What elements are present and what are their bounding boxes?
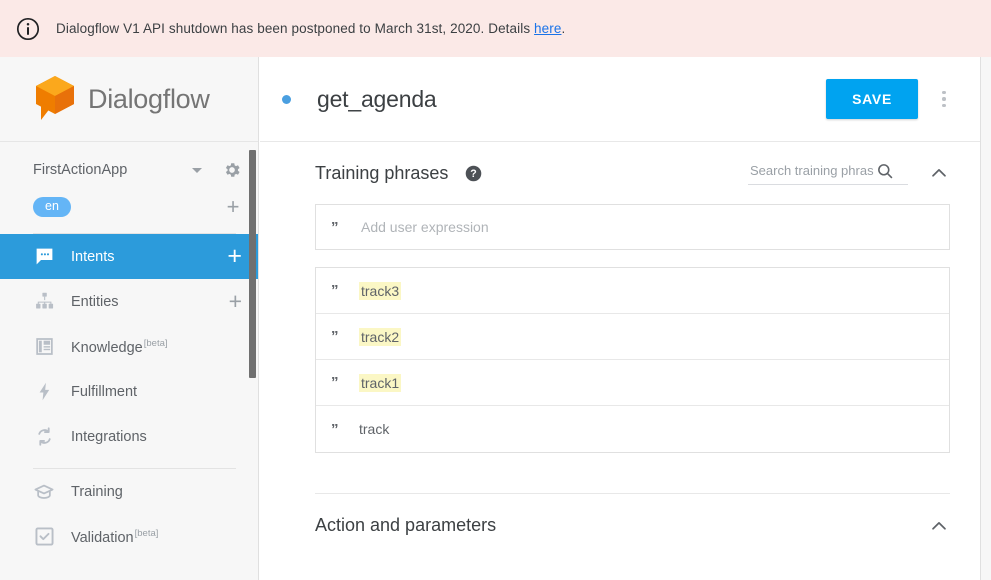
lightning-bolt-icon [33, 381, 55, 403]
language-row: en + [0, 190, 258, 224]
sidebar-item-label: Validation[beta] [71, 528, 158, 546]
gear-icon[interactable] [222, 160, 242, 180]
dialogflow-logo-icon [33, 74, 77, 124]
checkbox-icon [33, 526, 55, 548]
sidebar: Dialogflow FirstActionApp en + Intents +… [0, 57, 259, 580]
quote-icon: ” [331, 282, 339, 299]
training-phrases-header: Training phrases ? [315, 142, 950, 204]
book-icon [33, 336, 55, 358]
info-icon [16, 17, 40, 41]
banner-details-link[interactable]: here [534, 21, 561, 36]
sidebar-item-label: Fulfillment [71, 383, 138, 400]
sidebar-item-label: Knowledge[beta] [71, 338, 168, 356]
action-parameters-header: Action and parameters [315, 494, 950, 557]
sidebar-item-text: Knowledge [71, 339, 143, 356]
training-phrase-text: track2 [359, 327, 402, 346]
beta-badge: [beta] [134, 527, 159, 539]
logo-text: Dialogflow [88, 83, 210, 114]
sidebar-item-intents[interactable]: Intents + [0, 234, 258, 279]
beta-badge: [beta] [143, 337, 168, 349]
training-phrase-list: ” track3 ” track2 ” track1 ” track [315, 267, 950, 453]
kebab-dot [942, 97, 946, 101]
save-button[interactable]: SAVE [826, 79, 918, 119]
training-phrase-text: track3 [359, 281, 402, 300]
search-icon[interactable] [876, 162, 894, 180]
add-user-expression-input[interactable] [359, 218, 759, 236]
chat-bubble-icon [33, 246, 55, 268]
training-phrase-row[interactable]: ” track3 [316, 268, 949, 314]
sidebar-item-label: Intents [71, 248, 115, 265]
project-name: FirstActionApp [33, 162, 128, 178]
kebab-dot [942, 103, 946, 108]
sidebar-item-validation[interactable]: Validation[beta] [0, 514, 258, 559]
quote-icon: ” [331, 328, 339, 345]
section-title: Training phrases [315, 162, 449, 183]
section-title: Action and parameters [315, 515, 497, 535]
quote-icon: ” [331, 420, 339, 438]
chevron-down-icon[interactable] [192, 167, 202, 173]
intent-header: get_agenda SAVE [260, 57, 980, 142]
add-language-plus-icon[interactable]: + [224, 196, 242, 218]
training-phrase-row[interactable]: ” track [316, 406, 949, 452]
sidebar-item-fulfillment[interactable]: Fulfillment [0, 369, 258, 414]
sidebar-item-integrations[interactable]: Integrations [0, 414, 258, 459]
collapse-action-parameters-chevron-up-icon[interactable] [928, 515, 950, 537]
hierarchy-icon [33, 291, 55, 313]
help-circle-icon[interactable]: ? [465, 165, 482, 182]
language-chip-en[interactable]: en [33, 197, 71, 217]
sidebar-item-training[interactable]: Training [0, 469, 258, 514]
add-training-phrase-box[interactable]: ” [315, 204, 950, 250]
training-phrase-row[interactable]: ” track2 [316, 314, 949, 360]
sidebar-item-entities[interactable]: Entities + [0, 279, 258, 324]
api-shutdown-banner: Dialogflow V1 API shutdown has been post… [0, 0, 991, 57]
search-input[interactable] [748, 162, 876, 179]
add-entity-plus-icon[interactable]: + [229, 290, 242, 313]
status-dot-icon [282, 94, 291, 104]
page-title: get_agenda [317, 85, 437, 112]
banner-text-before: Dialogflow V1 API shutdown has been post… [56, 20, 535, 36]
kebab-menu-icon[interactable] [930, 81, 958, 117]
sidebar-item-label: Entities [71, 293, 119, 310]
right-gutter [980, 57, 991, 580]
sidebar-item-knowledge[interactable]: Knowledge[beta] [0, 324, 258, 369]
training-phrase-text: track [359, 421, 390, 437]
collapse-training-phrases-chevron-up-icon[interactable] [928, 162, 950, 184]
sidebar-scrollbar[interactable] [249, 150, 256, 378]
training-phrase-text: track1 [359, 373, 402, 392]
sidebar-item-label: Training [71, 483, 123, 500]
logo[interactable]: Dialogflow [0, 57, 258, 142]
add-intent-plus-icon[interactable]: + [227, 244, 242, 269]
training-phrase-row[interactable]: ” track1 [316, 360, 949, 406]
svg-text:?: ? [471, 168, 477, 180]
training-phrases-section: Training phrases ? Search training phras… [260, 142, 980, 557]
sync-icon [33, 426, 55, 448]
quote-icon: ” [331, 218, 339, 236]
sidebar-item-text: Validation [71, 529, 134, 546]
main-content: get_agenda SAVE Training phrases ? Searc… [260, 57, 980, 580]
kebab-dot [942, 90, 946, 95]
sidebar-item-label: Integrations [71, 428, 147, 445]
quote-icon: ” [331, 374, 339, 391]
search-training-phrases [748, 162, 908, 185]
dialogflow-console: Dialogflow V1 API shutdown has been post… [0, 0, 991, 580]
project-selector[interactable]: FirstActionApp [0, 150, 258, 190]
banner-text-after: . [561, 20, 566, 36]
graduation-cap-icon [33, 481, 55, 503]
banner-message: Dialogflow V1 API shutdown has been post… [56, 22, 565, 36]
